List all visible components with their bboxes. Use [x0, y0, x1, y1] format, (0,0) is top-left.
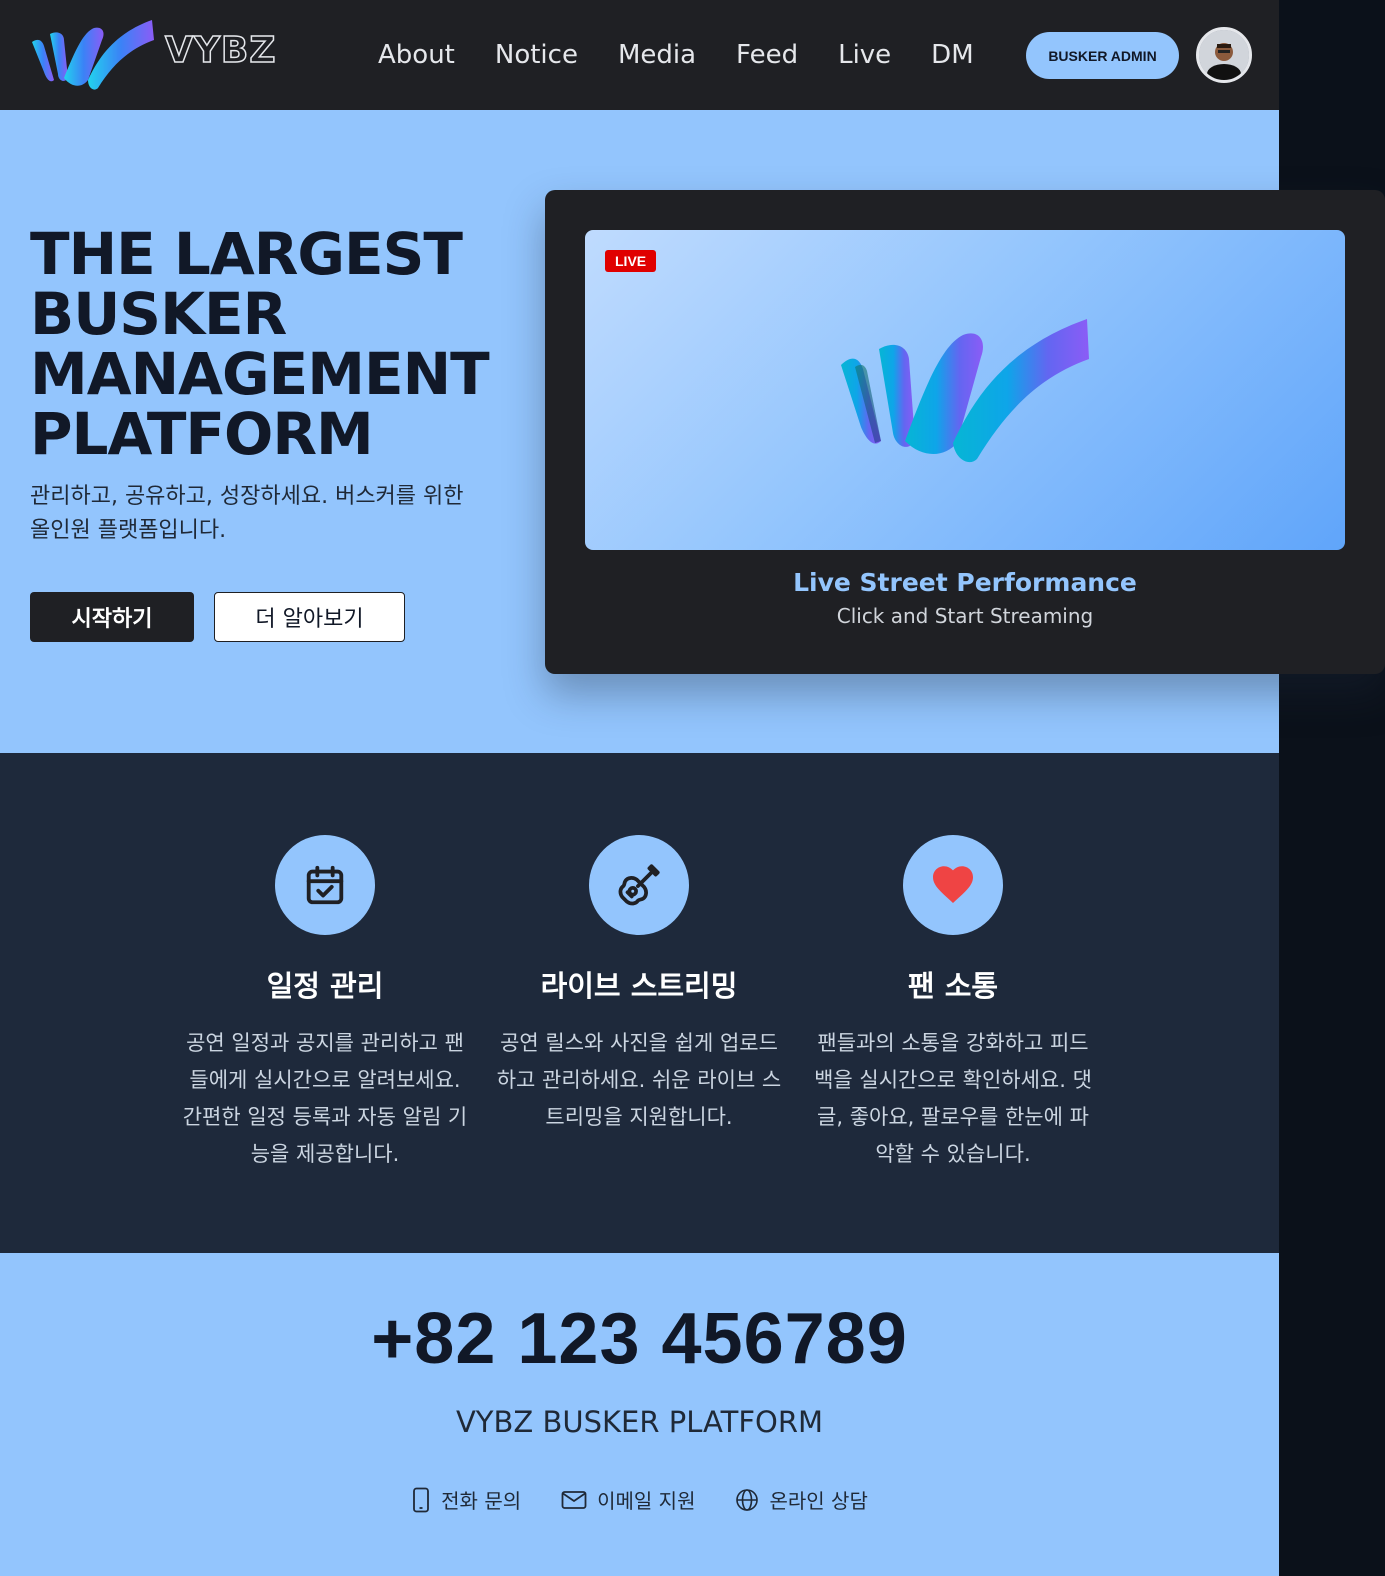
nav-about[interactable]: About: [378, 38, 455, 72]
feature-fan-communication: 팬 소통 팬들과의 소통을 강화하고 피드백을 실시간으로 확인하세요. 댓글,…: [808, 835, 1098, 1173]
live-card[interactable]: LIVE Live Street Performance Click and S…: [545, 190, 1385, 674]
feature-icon-circle: [275, 835, 375, 935]
nav-media[interactable]: Media: [618, 38, 696, 72]
feature-title: 라이브 스트리밍: [540, 969, 738, 1003]
brand-name[interactable]: VYBZ: [164, 29, 276, 72]
feature-streaming: 라이브 스트리밍 공연 릴스와 사진을 쉽게 업로드하고 관리하세요. 쉬운 라…: [494, 835, 784, 1136]
live-title[interactable]: Live Street Performance: [545, 568, 1385, 597]
contact-label: 전화 문의: [441, 1489, 522, 1513]
feature-description: 공연 릴스와 사진을 쉽게 업로드하고 관리하세요. 쉬운 라이브 스트리밍을 …: [496, 1031, 782, 1129]
phone-icon: [413, 1487, 430, 1512]
nav-dm[interactable]: DM: [931, 38, 973, 72]
contact-online-link[interactable]: 온라인 상담: [735, 1485, 868, 1514]
globe-icon: [736, 1488, 759, 1511]
hero-title-line: THE LARGEST: [30, 220, 463, 288]
feature-title: 팬 소통: [907, 969, 999, 1003]
contact-email-link[interactable]: 이메일 지원: [561, 1485, 695, 1514]
feature-icon-circle: [589, 835, 689, 935]
page: VYBZ About Notice Media Feed Live DM BUS…: [0, 0, 1385, 1576]
hero-title-line: PLATFORM: [30, 400, 374, 468]
vybz-logo-icon: [841, 319, 1089, 463]
nav-feed[interactable]: Feed: [736, 38, 798, 72]
calendar-check-icon: [306, 865, 344, 905]
hero-subtitle: 관리하고, 공유하고, 성장하세요. 버스커를 위한 올인원 플랫폼입니다.: [30, 484, 464, 543]
live-preview[interactable]: LIVE: [585, 230, 1345, 550]
hero-title-line: MANAGEMENT: [30, 340, 490, 408]
mail-icon: [561, 1490, 587, 1509]
nav-live[interactable]: Live: [838, 38, 891, 72]
live-badge: LIVE: [605, 250, 657, 272]
vybz-logo-icon[interactable]: [28, 18, 158, 92]
contact-phone-number: +82 123 456789: [371, 1299, 908, 1379]
main-nav: About Notice Media Feed Live DM: [378, 38, 974, 72]
start-button[interactable]: 시작하기: [30, 592, 194, 642]
user-avatar-icon: [1199, 30, 1249, 80]
contact-phone-link[interactable]: 전화 문의: [411, 1485, 521, 1514]
guitar-icon: [618, 864, 660, 906]
contact-label: 온라인 상담: [769, 1489, 868, 1513]
feature-schedule: 일정 관리 공연 일정과 공지를 관리하고 팬들에게 실시간으로 알려보세요. …: [180, 835, 470, 1173]
live-caption: Click and Start Streaming: [836, 604, 1094, 628]
hero-title-line: BUSKER: [30, 280, 287, 348]
platform-name: VYBZ BUSKER PLATFORM: [455, 1405, 824, 1439]
contact-label: 이메일 지원: [597, 1489, 696, 1513]
features-section: 일정 관리 공연 일정과 공지를 관리하고 팬들에게 실시간으로 알려보세요. …: [0, 753, 1279, 1253]
feature-description: 공연 일정과 공지를 관리하고 팬들에게 실시간으로 알려보세요. 간편한 일정…: [182, 1031, 468, 1166]
contact-options: 전화 문의 이메일 지원 온라인 상담: [0, 1485, 1279, 1514]
heart-icon: [933, 866, 973, 903]
feature-icon-circle: [903, 835, 1003, 935]
learn-more-button[interactable]: 더 알아보기: [214, 592, 405, 642]
header: VYBZ About Notice Media Feed Live DM BUS…: [0, 0, 1279, 110]
nav-notice[interactable]: Notice: [495, 38, 578, 72]
feature-description: 팬들과의 소통을 강화하고 피드백을 실시간으로 확인하세요. 댓글, 좋아요,…: [814, 1031, 1092, 1166]
busker-admin-button[interactable]: BUSKER ADMIN: [1026, 32, 1179, 79]
avatar[interactable]: [1196, 27, 1252, 83]
feature-title: 일정 관리: [266, 969, 384, 1003]
hero-title: THE LARGEST BUSKER MANAGEMENT PLATFORM: [30, 224, 530, 464]
